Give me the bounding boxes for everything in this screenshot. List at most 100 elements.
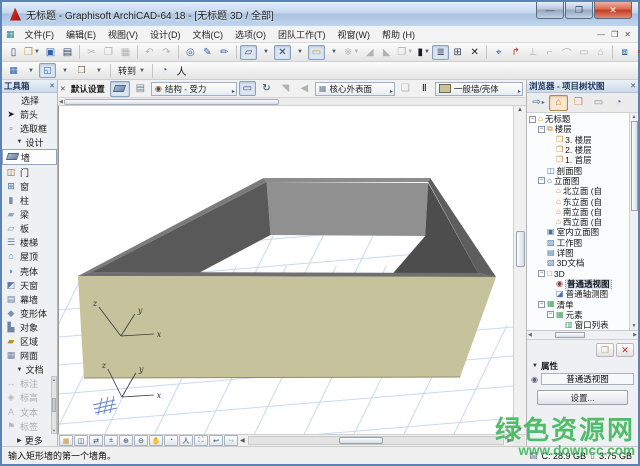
tool-shell[interactable]: ◗壳体 (2, 264, 57, 278)
infobox-scroll-thumb[interactable] (64, 99, 279, 105)
tree-item-elements[interactable]: −▦元素 (527, 310, 629, 320)
menu-edit[interactable]: 编辑(E) (60, 28, 102, 41)
cut-button[interactable]: ✂ (83, 45, 100, 60)
floor-plan-dropdown[interactable]: ▼ (22, 63, 39, 78)
undo-button[interactable]: ↶ (141, 45, 158, 60)
toolbox-close-icon[interactable]: ✕ (49, 82, 55, 90)
menu-document[interactable]: 文档(C) (187, 28, 230, 41)
tree-item-sections[interactable]: ◫剖面图 (527, 165, 629, 175)
marker-check-button[interactable]: ✑ (633, 45, 640, 60)
tree-item-west-elevation[interactable]: ⌂西立面 (自 (527, 217, 629, 227)
element-snap-button[interactable]: ▮▼ (415, 45, 432, 60)
save-button[interactable]: ▣ (42, 45, 59, 60)
tree-item-interior-elevations[interactable]: ▣室内立面图 (527, 227, 629, 237)
viewport-horizontal-scrollbar[interactable] (248, 436, 505, 445)
renovation-filter-combo[interactable]: ◉ 结构 - 受力 ▸ (151, 82, 237, 96)
copy-button[interactable]: ❐ (100, 45, 117, 60)
properties-header[interactable]: ▼ 属性 (527, 360, 638, 372)
tool-dimension[interactable]: ↔标注 (2, 377, 57, 391)
fit-in-window-button[interactable]: ⛶ (194, 435, 208, 446)
tree-item-window-list[interactable]: ▥窗口列表 (527, 320, 629, 330)
mdi-restore-icon[interactable]: ❐ (611, 30, 618, 39)
3d-cutaway-button[interactable]: ⧈ (616, 45, 633, 60)
reference-line-combo[interactable]: ▦ 核心外表面 ▸ (315, 82, 395, 96)
tree-scroll-thumb[interactable] (631, 121, 638, 211)
suspend-groups-button[interactable]: ▱ (240, 45, 257, 60)
3d-view-button[interactable]: ◱ (39, 63, 56, 78)
tree-item-untitled-root[interactable]: −⌂无标题 (527, 114, 629, 124)
tree-item-stories[interactable]: −⧉楼层 (527, 124, 629, 134)
zoom-out-button[interactable]: ⊖ (134, 435, 148, 446)
close-palette-button[interactable]: ✕ (466, 45, 483, 60)
navigator-close-icon[interactable]: ✕ (630, 82, 636, 90)
scroll-left-icon[interactable]: ◀ (59, 99, 63, 105)
offset-button[interactable]: ❏ (397, 81, 414, 96)
gravity-mesh-button[interactable]: ❐▼ (395, 45, 415, 60)
tool-stair[interactable]: ☰楼梯 (2, 236, 57, 250)
scroll-up-icon[interactable]: ▲ (632, 114, 637, 120)
tree-item-schedules[interactable]: −▦清单 (527, 299, 629, 309)
viewport-vertical-scrollbar[interactable]: ▲ ▼ (513, 106, 526, 434)
arc-button[interactable]: ⌒ (558, 45, 575, 60)
tree-item-3d-documents[interactable]: ▧3D文档 (527, 258, 629, 268)
tool-curtain-wall[interactable]: ▤幕墙 (2, 292, 57, 306)
collapse-icon[interactable]: − (538, 126, 545, 133)
settings-button[interactable]: 设置... (537, 390, 628, 405)
tree-vertical-scrollbar[interactable]: ▲ ▼ (629, 113, 638, 330)
tool-roof[interactable]: ⌂屋顶 (2, 250, 57, 264)
3d-viewport-canvas[interactable]: z y x z y x (59, 106, 513, 434)
project-chooser-button[interactable]: ⇨▸ (529, 95, 548, 111)
quick-options-button[interactable]: ▦ (59, 435, 73, 446)
wall-height-button[interactable]: Ⅱ (416, 81, 433, 96)
scroll-left-icon[interactable]: ◀ (528, 332, 532, 338)
delete-button[interactable]: ✕ (616, 343, 634, 357)
geometry-rotated-rectangle-button[interactable]: ↻ (258, 81, 275, 96)
snap-guide-button[interactable]: ⊥ (524, 45, 541, 60)
tree-item-story-3[interactable]: ❒3. 楼层 (527, 135, 629, 145)
geometry-rectangle-button[interactable]: ▭ (239, 81, 256, 96)
toolbox-section-more[interactable]: ▶更多 (2, 433, 57, 447)
tool-door[interactable]: ◫门 (2, 165, 57, 179)
geometry-arc-button[interactable]: ◀ (296, 81, 313, 96)
menu-design[interactable]: 设计(D) (144, 28, 187, 41)
corner-button[interactable]: ⌐ (541, 45, 558, 60)
redo-button[interactable]: ↷ (158, 45, 175, 60)
tree-item-south-elevation[interactable]: ⌂南立面 (自 (527, 207, 629, 217)
tree-item-elevations[interactable]: −⌂立面图 (527, 176, 629, 186)
3d-view-dropdown[interactable]: ▼ (56, 63, 73, 78)
scroll-down-icon[interactable]: ▼ (517, 427, 523, 433)
publisher-button[interactable]: ◔ (609, 95, 628, 111)
titlebar[interactable]: 无标题 - Graphisoft ArchiCAD-64 18 - [无标题 3… (2, 2, 638, 26)
orbit-button[interactable]: ◔ (164, 435, 178, 446)
tree-item-story-2[interactable]: ❒2. 楼层 (527, 145, 629, 155)
tree-item-story-1[interactable]: ❒1. 首层 (527, 155, 629, 165)
tool-slab[interactable]: ▱板 (2, 222, 57, 236)
geometry-polyline-button[interactable]: ◥ (277, 81, 294, 96)
toolbox-scrollbar[interactable]: ▲▼ (51, 376, 57, 434)
autogroup-button[interactable]: ✕ (274, 45, 291, 60)
tree-hscroll-thumb[interactable] (555, 332, 585, 338)
collapse-icon[interactable]: − (538, 270, 545, 277)
orbit-button[interactable]: ◔ (156, 63, 173, 78)
navigator-header[interactable]: 浏览器 - 项目树状图 ✕ (527, 80, 638, 93)
tree-item-east-elevation[interactable]: ⌂东立面 (自 (527, 196, 629, 206)
open-button[interactable]: ❒▼ (22, 45, 42, 60)
tool-marquee[interactable]: ▫选取框 (2, 121, 57, 135)
quick-layers-button[interactable]: ⊞ (449, 45, 466, 60)
minimize-button[interactable]: — (536, 2, 564, 19)
pan-arrows-button[interactable]: ⇄ (89, 435, 103, 446)
autogroup-dropdown[interactable]: ▼ (291, 45, 308, 60)
explore-walk-button[interactable]: 人 (173, 63, 190, 78)
layer-settings-button[interactable]: ≣ (432, 45, 449, 60)
layout-book-button[interactable]: ▭ (589, 95, 608, 111)
tool-label[interactable]: ⚑标签 (2, 419, 57, 433)
view-map-button[interactable]: ❒ (569, 95, 588, 111)
scroll-left-icon[interactable]: ◀ (240, 437, 245, 444)
close-button[interactable]: ✕ (594, 2, 632, 19)
horizontal-scroll-thumb[interactable] (339, 437, 383, 444)
tool-skylight[interactable]: ◩天窗 (2, 278, 57, 292)
collapse-icon[interactable]: − (538, 177, 545, 184)
tree-item-generic-axonometry[interactable]: ◪普通轴测图 (527, 289, 629, 299)
pan-hand-button[interactable]: ✋ (149, 435, 163, 446)
restore-button[interactable]: ❐ (565, 2, 593, 19)
